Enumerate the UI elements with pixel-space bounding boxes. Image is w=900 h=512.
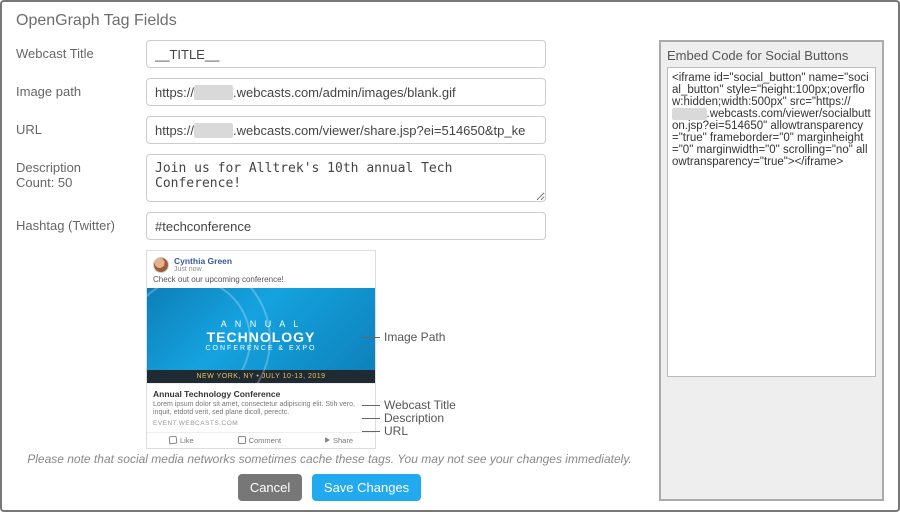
opengraph-panel: OpenGraph Tag Fields Webcast Title Image… <box>0 0 900 512</box>
embed-code-host-redacted: xxxxxx <box>672 108 707 120</box>
fb-image-line3: CONFERENCE & EXPO <box>205 345 316 352</box>
fb-actions: Like Comment Share <box>147 432 375 448</box>
cache-note: Please note that social media networks s… <box>16 452 643 466</box>
callout-image-path: Image Path <box>384 330 445 344</box>
label-webcast-title: Webcast Title <box>16 40 146 61</box>
image-path-prefix: https:// <box>155 85 194 100</box>
fb-meta-title: Annual Technology Conference <box>153 389 369 399</box>
callout-webcast-title: Webcast Title <box>384 398 456 412</box>
fb-like: Like <box>169 436 194 445</box>
avatar <box>153 257 169 273</box>
row-webcast-title: Webcast Title <box>16 40 643 68</box>
button-row: Cancel Save Changes <box>16 474 643 501</box>
label-hashtag: Hashtag (Twitter) <box>16 212 146 233</box>
fb-image-strip: NEW YORK, NY • JULY 10-13, 2019 <box>147 370 375 383</box>
like-icon <box>169 436 178 445</box>
callout-description: Description <box>384 411 444 425</box>
label-description: Description Count: 50 <box>16 154 146 190</box>
embed-code-prefix: <iframe id="social_button" name="social_… <box>672 72 869 108</box>
form-column: Webcast Title Image path https://xxxxxx.… <box>16 40 643 501</box>
fb-timestamp: Just now <box>174 266 232 273</box>
fb-image-line1: A N N U A L <box>221 319 302 329</box>
url-prefix: https:// <box>155 123 194 138</box>
save-button[interactable]: Save Changes <box>312 474 421 501</box>
fb-header: Cynthia Green Just now <box>147 251 375 275</box>
label-image-path: Image path <box>16 78 146 99</box>
fb-post-text: Check out our upcoming conference! <box>147 275 375 288</box>
embed-column: Embed Code for Social Buttons <iframe id… <box>659 40 884 501</box>
fb-image: A N N U A L TECHNOLOGY CONFERENCE & EXPO… <box>147 288 375 383</box>
fb-meta: Annual Technology Conference Lorem ipsum… <box>147 383 375 432</box>
content-row: Webcast Title Image path https://xxxxxx.… <box>16 40 884 501</box>
input-webcast-title[interactable] <box>146 40 546 68</box>
image-path-suffix: .webcasts.com/admin/images/blank.gif <box>233 85 456 100</box>
input-url[interactable]: https://xxxxxx.webcasts.com/viewer/share… <box>146 116 546 144</box>
fb-meta-url: EVENT.WEBCASTS.COM <box>153 420 369 427</box>
row-url: URL https://xxxxxx.webcasts.com/viewer/s… <box>16 116 643 144</box>
embed-code[interactable]: <iframe id="social_button" name="social_… <box>667 67 876 377</box>
callout-url: URL <box>384 424 408 438</box>
fb-meta-desc: Lorem ipsum dolor sit amet, consectetur … <box>153 401 369 418</box>
url-host-redacted: xxxxxx <box>194 123 233 138</box>
image-path-host-redacted: xxxxxx <box>194 85 233 100</box>
cancel-button[interactable]: Cancel <box>238 474 302 501</box>
preview-area: Cynthia Green Just now Check out our upc… <box>146 250 643 450</box>
input-image-path[interactable]: https://xxxxxx.webcasts.com/admin/images… <box>146 78 546 106</box>
fb-name-block: Cynthia Green Just now <box>174 256 232 273</box>
row-image-path: Image path https://xxxxxx.webcasts.com/a… <box>16 78 643 106</box>
label-description-line2: Count: 50 <box>16 175 72 190</box>
fb-image-line2: TECHNOLOGY <box>207 329 316 345</box>
url-suffix: .webcasts.com/viewer/share.jsp?ei=514650… <box>233 123 525 138</box>
fb-author: Cynthia Green <box>174 256 232 266</box>
section-title: OpenGraph Tag Fields <box>16 12 884 30</box>
fb-comment: Comment <box>238 436 282 445</box>
fb-share: Share <box>325 436 353 445</box>
label-description-line1: Description <box>16 160 81 175</box>
row-hashtag: Hashtag (Twitter) <box>16 212 643 240</box>
row-description: Description Count: 50 <box>16 154 643 202</box>
label-url: URL <box>16 116 146 137</box>
comment-icon <box>238 436 246 444</box>
embed-title: Embed Code for Social Buttons <box>667 48 876 63</box>
callout-labels: Image Path Webcast Title Description URL <box>384 250 504 450</box>
input-hashtag[interactable] <box>146 212 546 240</box>
input-description[interactable] <box>146 154 546 202</box>
share-icon <box>325 437 330 443</box>
facebook-preview-card: Cynthia Green Just now Check out our upc… <box>146 250 376 449</box>
